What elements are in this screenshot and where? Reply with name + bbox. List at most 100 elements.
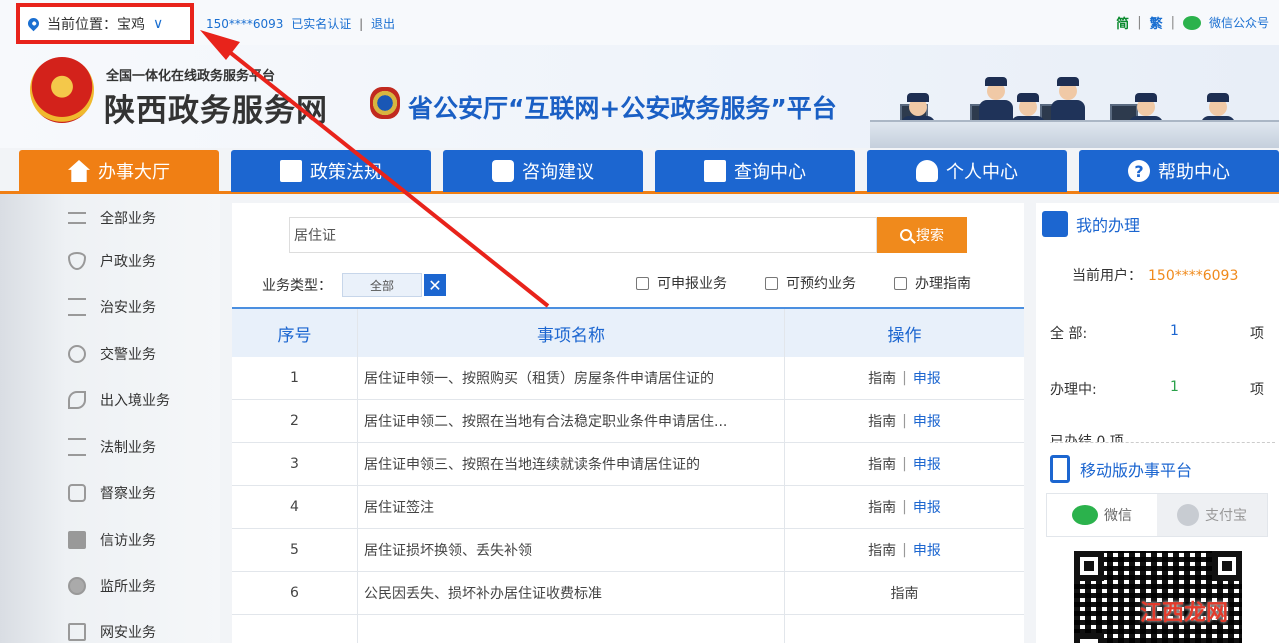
separator: | [902, 456, 907, 472]
document-icon [280, 160, 302, 182]
category-sidebar: 全部业务 户政业务 治安业务 交警业务 出入境业务 法制业务 督察业务 信访业务… [0, 194, 220, 643]
site-title[interactable]: 陕西政务服务网 [104, 85, 328, 130]
document-icon [1042, 211, 1068, 237]
tab-personal[interactable]: 个人中心 [867, 150, 1067, 192]
guide-link[interactable]: 指南 [868, 368, 896, 388]
apply-link[interactable]: 申报 [913, 411, 941, 431]
apply-link[interactable]: 申报 [913, 454, 941, 474]
chevron-down-icon[interactable]: ∨ [153, 16, 163, 32]
apply-link[interactable]: 申报 [913, 368, 941, 388]
row-name-link[interactable]: 居住证申领二、按照在当地有合法稳定职业条件申请居住... [358, 400, 785, 442]
wechat-icon [1182, 15, 1201, 30]
sidebar-item-legal[interactable]: 法制业务 [68, 437, 156, 457]
sidebar-item-label: 户政业务 [100, 254, 156, 270]
guide-link[interactable]: 指南 [891, 583, 919, 603]
tab-service-hall[interactable]: 办事大厅 [19, 150, 219, 192]
sidebar-item-label: 交警业务 [100, 347, 156, 363]
stat-row-all[interactable]: 全 部: 1 项 [1050, 323, 1275, 343]
checkbox-box[interactable] [894, 276, 907, 290]
separator: | [902, 542, 907, 558]
guide-link[interactable]: 指南 [868, 411, 896, 431]
table-row: 6 公民因丢失、损坏补办居住证收费标准 指南 [232, 572, 1024, 615]
separator: | [1137, 15, 1142, 30]
site-header: 全国一体化在线政务服务平台 陕西政务服务网 省公安厅“互联网+公安政务服务”平台 [0, 45, 1279, 148]
police-badge-icon [370, 87, 400, 119]
tab-consult[interactable]: 咨询建议 [443, 150, 643, 192]
logout-link[interactable]: 退出 [371, 17, 395, 31]
stat-label: 全 部: [1050, 326, 1088, 342]
clear-type-button[interactable]: ✕ [424, 274, 446, 296]
row-name-link[interactable]: 公民因丢失、损坏补办居住证收费标准 [358, 572, 785, 614]
scale-icon [68, 298, 86, 316]
tab-wechat[interactable]: 微信 [1047, 494, 1157, 536]
apply-link[interactable]: 申报 [913, 540, 941, 560]
type-label: 业务类型： [262, 278, 332, 294]
help-icon: ? [1128, 160, 1150, 182]
wechat-icon [1072, 505, 1098, 525]
row-actions: 指南 | 申报 [785, 357, 1024, 399]
sidebar-item-detention[interactable]: 监所业务 [68, 576, 156, 596]
row-no: 4 [232, 486, 358, 528]
search-doc-icon [704, 160, 726, 182]
checkbox-box[interactable] [765, 276, 778, 290]
row-name-link[interactable]: 居住证损坏换领、丢失补领 [358, 529, 785, 571]
tab-label: 支付宝 [1205, 508, 1247, 524]
row-name-link[interactable]: 居住证申领三、按照在当地连续就读条件申请居住证的 [358, 443, 785, 485]
traditional-link[interactable]: 繁 [1150, 13, 1163, 32]
row-actions: 指南 | 申报 [785, 529, 1024, 571]
header-name: 事项名称 [358, 309, 785, 357]
search-input[interactable]: 居住证 [289, 217, 877, 253]
sidebar-item-public-security[interactable]: 治安业务 [68, 297, 156, 317]
sidebar-item-household[interactable]: 户政业务 [68, 251, 156, 271]
stat-row-completed: 已办结 0 项 [1050, 431, 1275, 443]
sidebar-item-immigration[interactable]: 出入境业务 [68, 390, 170, 410]
sidebar-item-label: 监所业务 [100, 579, 156, 595]
location-selector[interactable]: 当前位置：宝鸡 ∨ [16, 3, 194, 44]
row-name [358, 615, 785, 643]
checkbox-reportable[interactable]: 可申报业务 [636, 273, 727, 293]
stat-row-in-progress[interactable]: 办理中: 1 项 [1050, 379, 1275, 399]
row-name-link[interactable]: 居住证签注 [358, 486, 785, 528]
sidebar-item-petition[interactable]: 信访业务 [68, 530, 156, 550]
guide-link[interactable]: 指南 [868, 497, 896, 517]
chat-icon [492, 160, 514, 182]
mobile-tabs: 微信 支付宝 [1046, 493, 1268, 537]
tab-label: 办事大厅 [98, 162, 170, 183]
stat-value[interactable]: 1 [1170, 379, 1250, 399]
stat-value[interactable]: 1 [1170, 323, 1250, 343]
tab-policies[interactable]: 政策法规 [231, 150, 431, 192]
panel-title: 我的办理 [1076, 216, 1141, 235]
user-phone: 150****6093 [206, 17, 284, 31]
simplified-link[interactable]: 简 [1116, 13, 1129, 32]
header-action: 操作 [887, 325, 922, 346]
tab-query[interactable]: 查询中心 [655, 150, 855, 192]
checkbox-box[interactable] [636, 276, 649, 290]
sidebar-item-label: 治安业务 [100, 300, 156, 316]
row-no: 6 [232, 572, 358, 614]
wechat-account-link[interactable]: 微信公众号 [1209, 14, 1269, 31]
guide-link[interactable]: 指南 [868, 454, 896, 474]
sidebar-item-all[interactable]: 全部业务 [68, 208, 156, 228]
type-select[interactable]: 全部 [342, 273, 422, 297]
search-button[interactable]: 搜索 [877, 217, 967, 253]
sidebar-item-cyber[interactable]: 网安业务 [68, 622, 156, 642]
officers-banner [870, 75, 1279, 148]
header-no: 序号 [232, 309, 358, 357]
row-name-link[interactable]: 居住证申领一、按照购买（租赁）房屋条件申请居住证的 [358, 357, 785, 399]
row-no: 1 [232, 357, 358, 399]
checkbox-bookable[interactable]: 可预约业务 [765, 273, 856, 293]
top-bar: 当前位置：宝鸡 ∨ 150****6093 已实名认证 | 退出 简 | 繁 |… [0, 0, 1279, 45]
mail-icon [68, 531, 86, 549]
officer-image [978, 77, 1014, 122]
sidebar-item-traffic[interactable]: 交警业务 [68, 344, 156, 364]
tab-help[interactable]: ? 帮助中心 [1079, 150, 1279, 192]
sidebar-item-label: 全部业务 [100, 211, 156, 227]
guide-link[interactable]: 指南 [868, 540, 896, 560]
sidebar-item-inspection[interactable]: 督察业务 [68, 483, 156, 503]
checkbox-guide[interactable]: 办理指南 [894, 273, 971, 293]
verified-link[interactable]: 已实名认证 [291, 17, 351, 31]
table-row: 2 居住证申领二、按照在当地有合法稳定职业条件申请居住... 指南 | 申报 [232, 400, 1024, 443]
tab-alipay[interactable]: 支付宝 [1157, 494, 1267, 536]
current-user: 当前用户： 150****6093 [1072, 265, 1238, 285]
apply-link[interactable]: 申报 [913, 497, 941, 517]
